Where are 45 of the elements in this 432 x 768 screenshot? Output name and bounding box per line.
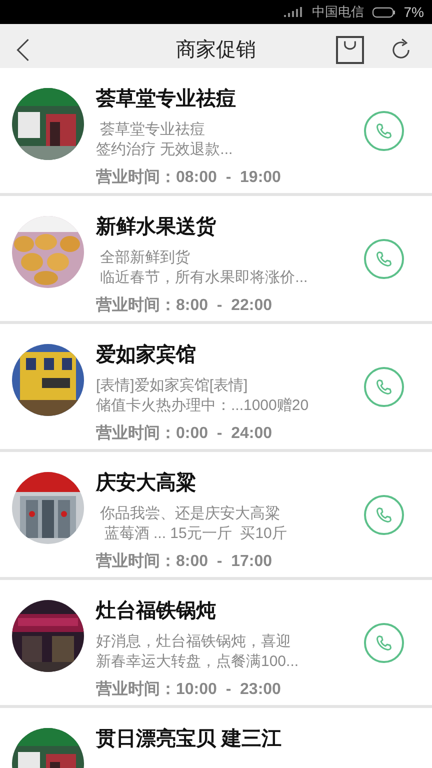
merchant-card[interactable]: 新鲜水果送货 全部新鲜到货 临近春节，所有水果即将涨价... 营业时间：8:00 - 22:00 (0, 196, 432, 321)
promo-text: 全部新鲜到货 (99, 248, 192, 268)
battery-icon (372, 6, 396, 18)
promo-text: 储值卡火热办理中：...1000赠20 (96, 396, 310, 416)
merchant-card[interactable]: 荟草堂专业祛痘 荟草堂专业祛痘 签约治疗 无效退款... 营业时间：08:00 - 19:00 (0, 68, 432, 193)
call-button[interactable] (364, 366, 404, 406)
call-button[interactable] (364, 238, 404, 278)
back-icon (16, 37, 30, 63)
business-hours: 营业时间：10:00 - 23:00 (96, 680, 282, 700)
signal-icon (284, 7, 304, 17)
phone-icon (375, 506, 393, 524)
phone-icon (375, 378, 393, 396)
page-title: 商家促销 (176, 38, 256, 63)
promo-text: 你品我尝、还是庆安大高粱 (99, 504, 282, 524)
phone-icon (375, 634, 393, 652)
promo-text: 蓝莓酒 ... 15元一斤 买10斤 (103, 524, 288, 544)
business-hours: 营业时间：08:00 - 19:00 (96, 168, 282, 188)
call-button[interactable] (364, 622, 404, 662)
merchant-card[interactable]: 灶台福铁锅炖 好消息，灶台福铁锅炖，喜迎 新春幸运大转盘，点餐满100... 营业时间：10:00 - 23:00 (0, 580, 432, 705)
merchant-name: 爱如家宾馆 (96, 342, 197, 368)
merchant-card[interactable]: 爱如家宾馆 [表情]爱如家宾馆[表情] 储值卡火热办理中：...1000赠20 营业时间：0:00 - 24:00 (0, 324, 432, 449)
phone-icon (375, 250, 393, 268)
promo-text: [表情]爱如家宾馆[表情] (96, 376, 249, 396)
merchant-card[interactable]: 庆安大高粱 你品我尝、还是庆安大高粱 蓝莓酒 ... 15元一斤 买10斤 营业时间：8:00 - 17:00 (0, 452, 432, 577)
call-button[interactable] (364, 494, 404, 534)
bag-icon (344, 41, 356, 50)
bag-button[interactable] (336, 36, 364, 64)
merchant-name: 贯日漂亮宝贝 建三江 (96, 726, 283, 752)
business-hours: 营业时间：8:00 - 17:00 (96, 552, 274, 572)
promo-text: 好消息，灶台福铁锅炖，喜迎 (96, 632, 292, 652)
merchant-name: 荟草堂专业祛痘 (96, 86, 237, 112)
promo-text: 临近春节，所有水果即将涨价... (99, 268, 309, 288)
business-hours: 营业时间：8:00 - 22:00 (96, 296, 274, 316)
merchant-name: 新鲜水果送货 (96, 214, 217, 240)
promo-text: 新春幸运大转盘，点餐满100... (96, 652, 300, 672)
call-button[interactable] (364, 110, 404, 150)
battery-percent: 7% (404, 2, 424, 22)
promo-text: 荟草堂专业祛痘 (99, 120, 206, 140)
merchant-card[interactable]: 贯日漂亮宝贝 建三江 (0, 708, 432, 768)
merchant-name: 灶台福铁锅炖 (96, 599, 217, 624)
carrier-name: 中国电信 (312, 3, 364, 22)
phone-icon (375, 122, 393, 140)
business-hours: 营业时间：0:00 - 24:00 (96, 424, 274, 444)
promo-text: 签约治疗 无效退款... (96, 140, 234, 160)
merchant-name: 庆安大高粱 (96, 470, 197, 496)
